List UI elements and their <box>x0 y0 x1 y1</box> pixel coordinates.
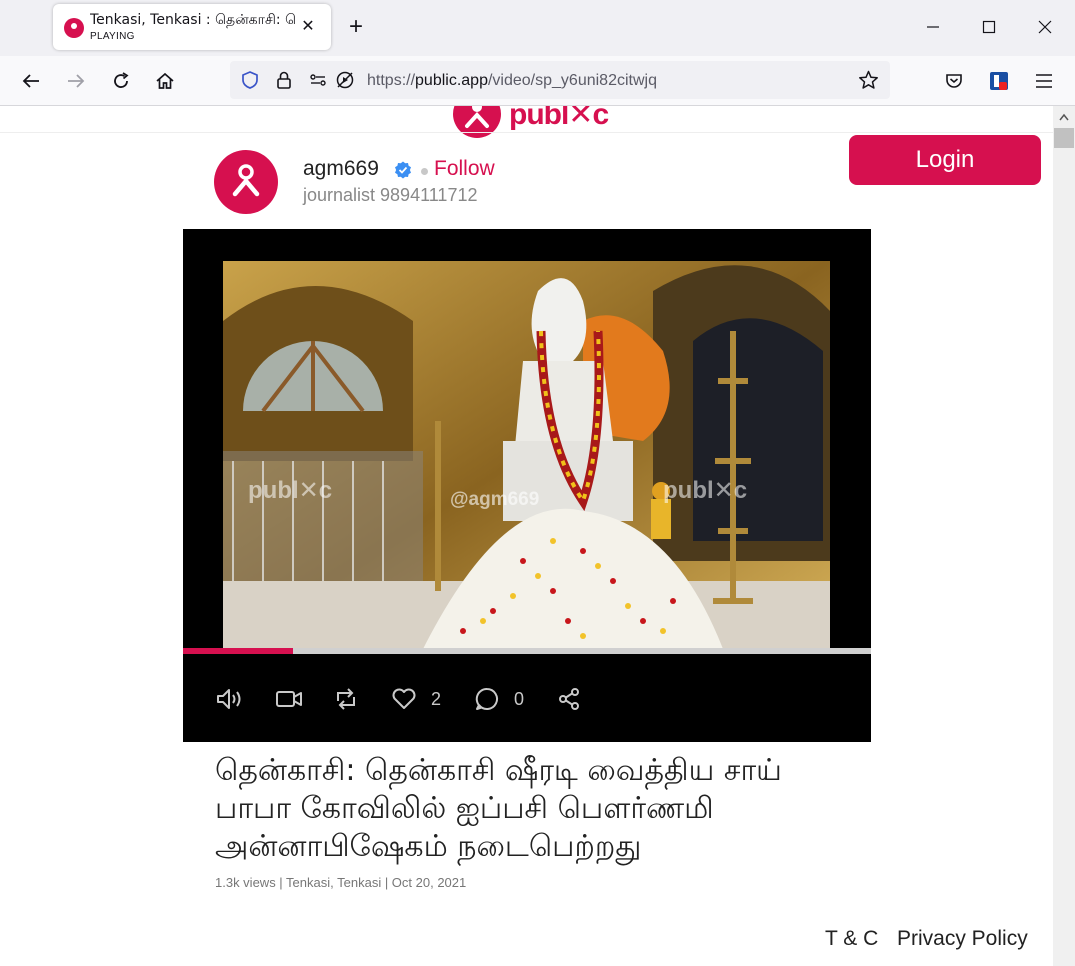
like-button[interactable]: 2 <box>391 685 441 713</box>
video-headline: தென்காசி: தென்காசி ஷீரடி வைத்திய சாய் பா… <box>215 753 782 864</box>
new-tab-button[interactable]: + <box>343 14 369 40</box>
video-progress-bar[interactable] <box>183 648 871 654</box>
scrollbar-thumb[interactable] <box>1054 128 1074 148</box>
video-frame[interactable]: publ✕c @agm669 publ✕c <box>223 261 830 649</box>
url-text[interactable]: https://public.app/video/sp_y6uni82citwj… <box>367 72 657 90</box>
follow-button[interactable]: Follow <box>434 157 495 181</box>
menu-icon[interactable] <box>1031 68 1057 94</box>
terms-link[interactable]: T & C <box>825 927 878 951</box>
reload-icon[interactable] <box>108 68 134 94</box>
tab-playing-label: PLAYING <box>90 31 135 42</box>
forward-arrow-icon[interactable] <box>63 68 89 94</box>
verified-badge-icon <box>394 161 412 179</box>
minimize-icon[interactable] <box>918 12 948 42</box>
tab-title: Tenkasi, Tenkasi : தென்காசி: தென்காசி ஷீ… <box>90 12 295 28</box>
navigation-toolbar: https://public.app/video/sp_y6uni82citwj… <box>0 56 1075 106</box>
window-close-icon[interactable] <box>1030 12 1060 42</box>
site-favicon-icon <box>64 18 84 38</box>
tab-close-icon[interactable]: ✕ <box>299 18 317 36</box>
web-page: publ✕c Login agm669 Follow journalist 98… <box>0 106 1053 966</box>
video-camera-icon[interactable] <box>275 685 303 713</box>
login-button[interactable]: Login <box>849 135 1041 185</box>
repost-icon[interactable] <box>333 685 359 713</box>
autoplay-blocked-icon[interactable] <box>335 70 355 95</box>
address-bar[interactable]: https://public.app/video/sp_y6uni82citwj… <box>230 61 890 99</box>
video-player[interactable]: publ✕c @agm669 publ✕c 2 0 <box>183 229 871 742</box>
logo-text: publ✕c <box>509 106 609 131</box>
lock-icon[interactable] <box>275 70 293 95</box>
video-controls: 2 0 <box>183 677 871 721</box>
browser-tab[interactable]: Tenkasi, Tenkasi : தென்காசி: தென்காசி ஷீ… <box>53 4 331 50</box>
author-subtitle: journalist 9894111712 <box>303 185 478 205</box>
permissions-icon[interactable] <box>308 70 330 95</box>
like-count: 2 <box>431 688 442 709</box>
pocket-icon[interactable] <box>941 68 967 94</box>
video-progress-fill <box>183 648 294 654</box>
author-name[interactable]: agm669 <box>303 157 379 181</box>
video-watermark-brand: publ✕c <box>248 477 333 504</box>
back-arrow-icon[interactable] <box>18 68 44 94</box>
volume-icon[interactable] <box>215 685 245 713</box>
comment-bubble-icon <box>475 687 498 710</box>
share-icon[interactable] <box>557 685 581 713</box>
video-meta: 1.3k views | Tenkasi, Tenkasi | Oct 20, … <box>215 875 467 890</box>
comment-count: 0 <box>514 688 525 709</box>
scroll-up-arrow-icon[interactable] <box>1053 106 1075 128</box>
maximize-icon[interactable] <box>974 12 1004 42</box>
bookmark-star-icon[interactable] <box>858 70 879 95</box>
tab-strip: Tenkasi, Tenkasi : தென்காசி: தென்காசி ஷீ… <box>0 0 1075 56</box>
video-watermark-user: @agm669 <box>450 489 540 510</box>
author-avatar[interactable] <box>214 150 278 214</box>
home-icon[interactable] <box>152 68 178 94</box>
comment-button[interactable]: 0 <box>474 685 524 713</box>
tracking-shield-icon[interactable] <box>240 70 260 95</box>
temple-scene-image <box>223 261 830 649</box>
video-watermark-brand-2: publ✕c <box>663 477 748 504</box>
privacy-policy-link[interactable]: Privacy Policy <box>897 927 1028 951</box>
site-logo[interactable]: publ✕c <box>453 106 609 138</box>
vertical-scrollbar[interactable] <box>1053 106 1075 966</box>
extension-icon[interactable] <box>986 68 1012 94</box>
separator-dot <box>421 168 428 175</box>
logo-mark-icon <box>453 106 501 138</box>
header-divider <box>0 132 1053 133</box>
heart-icon <box>392 688 416 709</box>
